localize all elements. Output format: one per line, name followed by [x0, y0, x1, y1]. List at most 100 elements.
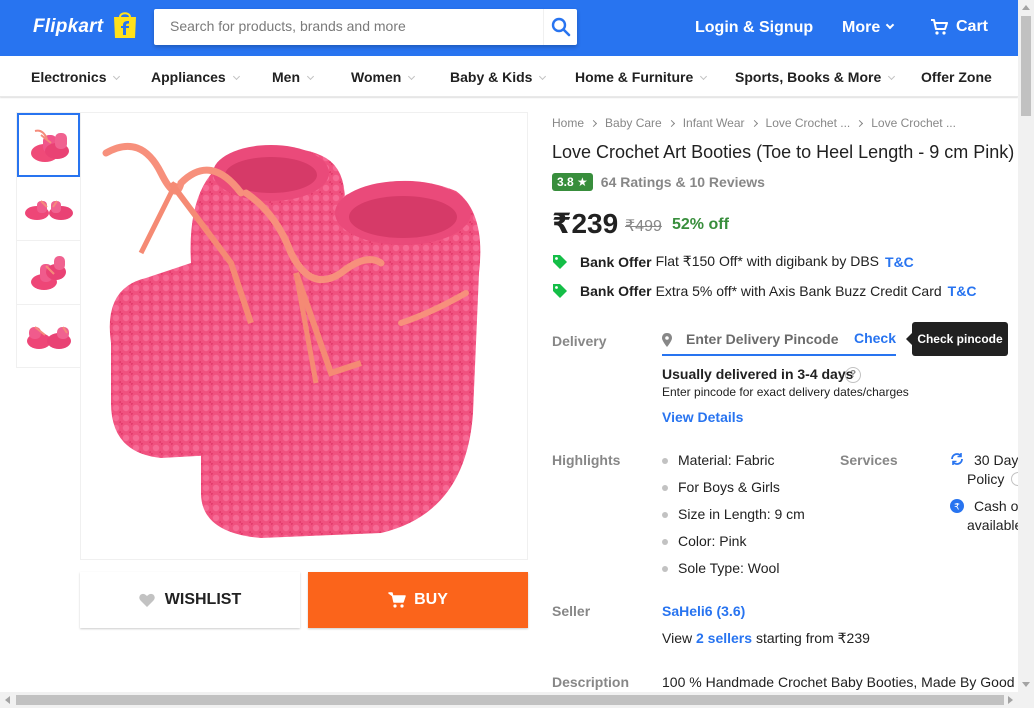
wishlist-label: WISHLIST — [164, 591, 242, 608]
description-text: 100 % Handmade Crochet Baby Booties, Mad… — [662, 674, 1018, 690]
more-label: More — [842, 19, 881, 36]
category-appliances[interactable]: Appliances — [151, 69, 240, 85]
category-label: Sports, Books & More — [735, 69, 882, 85]
svg-text:₹: ₹ — [954, 503, 960, 513]
offer-text: Flat ₹150 Off* with digibank by DBS — [655, 253, 880, 269]
category-label: Electronics — [31, 69, 107, 85]
scroll-left-arrow-icon[interactable] — [5, 696, 10, 704]
chevron-down-icon — [408, 72, 416, 81]
category-men[interactable]: Men — [272, 69, 315, 85]
scroll-right-arrow-icon[interactable] — [1008, 696, 1013, 704]
rating-badge[interactable]: 3.8 ★ — [552, 173, 593, 191]
booties-angled-thumb — [26, 326, 71, 349]
thumbnail-1[interactable] — [17, 113, 80, 177]
category-baby-kids[interactable]: Baby & Kids — [450, 69, 547, 85]
category-label: Women — [351, 69, 402, 85]
more-menu[interactable]: More — [842, 19, 895, 37]
highlight-item: Color: Pink — [662, 533, 746, 549]
offer-title: Bank Offer — [580, 253, 652, 270]
vertical-scroll-thumb[interactable] — [1021, 16, 1031, 116]
product-main-image[interactable] — [80, 112, 528, 560]
booties-front-thumb — [30, 129, 69, 162]
highlight-item: For Boys & Girls — [662, 479, 780, 495]
starting-price-text: starting from ₹239 — [755, 630, 870, 646]
cart-label: Cart — [956, 18, 989, 35]
logo-text: Flipkart — [33, 16, 104, 37]
search-button[interactable] — [543, 9, 577, 45]
chevron-down-icon — [888, 72, 896, 81]
crochet-booties-image — [102, 142, 481, 538]
check-pincode-button[interactable]: Check — [854, 330, 896, 346]
highlight-text: Color: Pink — [678, 533, 747, 549]
view-details-link[interactable]: View Details — [662, 409, 743, 425]
vertical-scrollbar[interactable] — [1018, 0, 1034, 692]
highlight-text: Size in Length: 9 cm — [678, 506, 805, 522]
highlights-label: Highlights — [552, 452, 621, 468]
chevron-down-icon — [539, 72, 547, 81]
chevron-down-icon — [885, 20, 895, 30]
scroll-up-arrow-icon[interactable] — [1022, 5, 1030, 10]
horizontal-scroll-thumb[interactable] — [16, 695, 1004, 705]
seller-label: Seller — [552, 603, 591, 619]
search-input[interactable] — [170, 18, 530, 34]
bank-offer-1: Bank Offer Flat ₹150 Off* with digibank … — [552, 253, 914, 270]
return-policy-icon — [951, 453, 963, 465]
breadcrumb-infant-wear[interactable]: Infant Wear — [683, 116, 745, 130]
thumbnail-3[interactable] — [17, 241, 80, 305]
wishlist-button[interactable]: WISHLIST — [80, 572, 300, 628]
search-icon — [551, 17, 570, 37]
delivery-label: Delivery — [552, 333, 607, 349]
chevron-down-icon — [306, 72, 315, 81]
category-home-furniture[interactable]: Home & Furniture — [575, 69, 708, 85]
services-label: Services — [840, 452, 898, 468]
chevron-right-icon — [856, 119, 864, 128]
chevron-down-icon — [232, 72, 240, 81]
breadcrumb-home[interactable]: Home — [552, 116, 584, 130]
other-sellers-link[interactable]: 2 sellers — [696, 630, 752, 646]
chevron-right-icon — [589, 119, 598, 128]
flipkart-bag-icon — [114, 12, 137, 38]
highlight-item: Sole Type: Wool — [662, 560, 779, 576]
cart-button[interactable]: Cart — [930, 18, 988, 36]
breadcrumb-baby-care[interactable]: Baby Care — [605, 116, 662, 130]
thumbnail-strip — [16, 112, 81, 368]
offer-tc-link[interactable]: T&C — [948, 283, 977, 299]
offer-title: Bank Offer — [580, 283, 652, 299]
return-policy-line1: 30 Day — [974, 452, 1019, 468]
cart-icon — [388, 592, 406, 608]
thumbnail-2[interactable] — [17, 177, 80, 241]
category-sports-books[interactable]: Sports, Books & More — [735, 69, 896, 85]
buy-button[interactable]: BUY — [308, 572, 528, 628]
category-label: Baby & Kids — [450, 69, 533, 85]
login-signup-link[interactable]: Login & Signup — [695, 19, 813, 37]
highlight-item: Material: Fabric — [662, 452, 774, 468]
help-icon[interactable]: ? — [845, 367, 861, 383]
booties-pair-flat-thumb — [24, 199, 73, 220]
breadcrumb-love-crochet-1[interactable]: Love Crochet ... — [766, 116, 851, 130]
highlight-text: For Boys & Girls — [678, 479, 780, 495]
category-offer-zone[interactable]: Offer Zone — [921, 69, 992, 85]
delivery-eta: Usually delivered in 3-4 days — [662, 366, 854, 382]
offer-tc-link[interactable]: T&C — [885, 254, 914, 270]
thumbnail-4[interactable] — [17, 305, 80, 369]
breadcrumb-love-crochet-2[interactable]: Love Crochet ... — [871, 116, 956, 130]
buy-label: BUY — [414, 591, 448, 608]
flipkart-logo[interactable]: Flipkart — [33, 12, 139, 40]
category-women[interactable]: Women — [351, 69, 416, 85]
product-page: Flipkart Login & Signup More — [0, 0, 1034, 708]
scroll-down-arrow-icon[interactable] — [1022, 682, 1030, 687]
chevron-right-icon — [750, 119, 758, 128]
pincode-input[interactable] — [686, 331, 846, 347]
horizontal-scrollbar[interactable] — [0, 692, 1034, 708]
category-electronics[interactable]: Electronics — [31, 69, 121, 85]
breadcrumb: Home Baby Care Infant Wear Love Crochet ...… — [552, 116, 956, 130]
pincode-box: Check — [662, 324, 896, 356]
chevron-down-icon — [700, 72, 708, 81]
selling-price: ₹239 — [552, 208, 619, 239]
ratings-count[interactable]: 64 Ratings & 10 Reviews — [601, 174, 765, 190]
rating-row: 3.8 ★ 64 Ratings & 10 Reviews — [552, 173, 765, 191]
heart-icon — [139, 593, 155, 607]
seller-name-link[interactable]: SaHeli6 (3.6) — [662, 603, 745, 619]
tag-icon — [553, 254, 567, 269]
category-label: Offer Zone — [921, 69, 992, 85]
